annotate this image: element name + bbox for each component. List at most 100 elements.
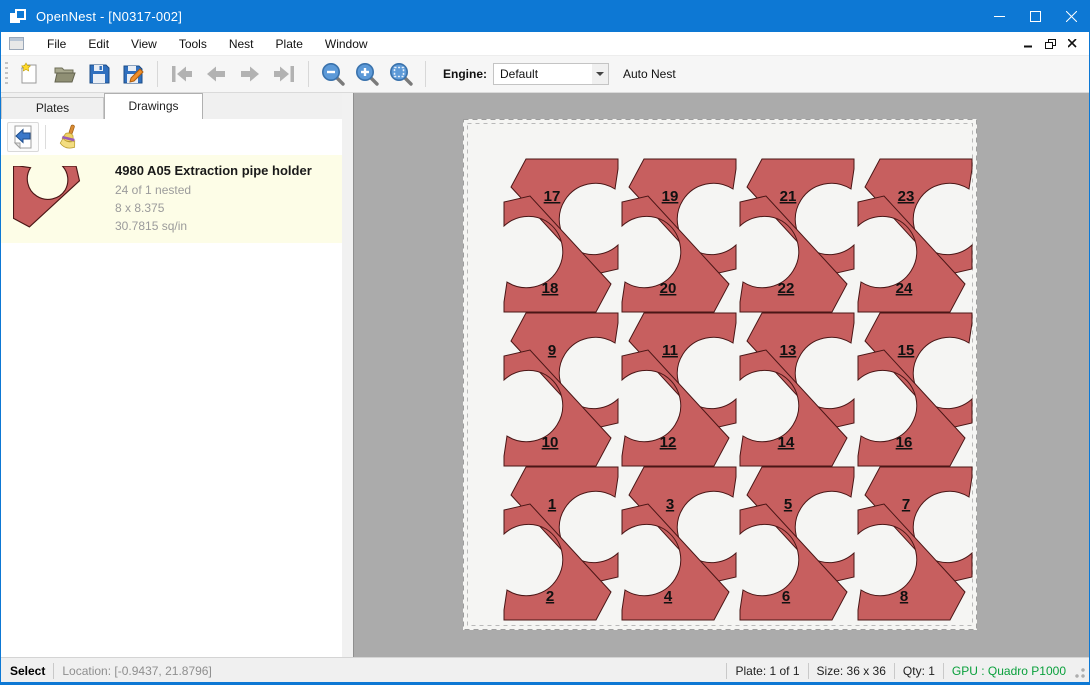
- menu-item-window[interactable]: Window: [314, 33, 379, 55]
- menu-item-view[interactable]: View: [120, 33, 168, 55]
- status-location: Location: [-0.9437, 21.8796]: [62, 664, 211, 678]
- part-number: 3: [666, 496, 674, 513]
- nav-prev-icon: [203, 63, 229, 85]
- engine-value: Default: [494, 67, 592, 81]
- save-as-button[interactable]: [116, 59, 150, 89]
- menu-item-plate[interactable]: Plate: [265, 33, 314, 55]
- status-size: Size: 36 x 36: [817, 664, 886, 678]
- zoom-out-button[interactable]: [316, 59, 350, 89]
- drawing-list-item[interactable]: 4980 A05 Extraction pipe holder 24 of 1 …: [1, 155, 342, 243]
- part-number: 18: [542, 280, 559, 297]
- part-number: 21: [780, 188, 797, 205]
- save-button[interactable]: [82, 59, 116, 89]
- part-number: 13: [780, 342, 797, 359]
- part-number: 12: [660, 434, 677, 451]
- part-number: 17: [544, 188, 561, 205]
- zoom-in-button[interactable]: [350, 59, 384, 89]
- mdi-restore-button[interactable]: [1039, 34, 1061, 54]
- menu-bar: FileEditViewToolsNestPlateWindow: [1, 32, 1089, 56]
- status-qty: Qty: 1: [903, 664, 935, 678]
- plate-canvas[interactable]: 171819202122232491011121314151612345678: [463, 119, 977, 630]
- part-thumbnail: [13, 166, 101, 232]
- mdi-minimize-icon: [1024, 39, 1033, 48]
- part-number: 9: [548, 342, 556, 359]
- plate-sheet[interactable]: 171819202122232491011121314151612345678: [463, 119, 977, 630]
- part-number: 7: [902, 496, 910, 513]
- part-number: 8: [900, 588, 908, 605]
- minimize-icon: [994, 11, 1005, 22]
- nav-next-button[interactable]: [233, 59, 267, 89]
- import-drawing-button[interactable]: [7, 122, 39, 152]
- clean-button[interactable]: [52, 122, 84, 152]
- nest-canvas[interactable]: 171819202122232491011121314151612345678: [353, 93, 1089, 657]
- zoom-fit-button[interactable]: [384, 59, 418, 89]
- part-number: 10: [542, 434, 559, 451]
- tab-plates[interactable]: Plates: [1, 97, 104, 119]
- drawings-toolbar: [1, 119, 353, 155]
- nav-first-icon: [169, 63, 195, 85]
- import-drawing-icon: [12, 125, 34, 149]
- drawing-size: 8 x 8.375: [115, 199, 312, 217]
- drawing-nested-count: 24 of 1 nested: [115, 181, 312, 199]
- zoom-out-icon: [320, 61, 346, 87]
- mdi-document-icon: [9, 37, 24, 50]
- close-button[interactable]: [1053, 1, 1089, 32]
- part-number: 14: [778, 434, 795, 451]
- part-number: 16: [896, 434, 913, 451]
- open-folder-icon: [53, 62, 77, 86]
- close-icon: [1066, 11, 1077, 22]
- tab-drawings[interactable]: Drawings: [104, 93, 203, 119]
- open-file-button[interactable]: [48, 59, 82, 89]
- status-bar: Select Location: [-0.9437, 21.8796] Plat…: [1, 657, 1089, 683]
- status-gpu: GPU : Quadro P1000: [952, 664, 1066, 678]
- nav-first-button[interactable]: [165, 59, 199, 89]
- new-file-button[interactable]: [14, 59, 48, 89]
- nav-last-button[interactable]: [267, 59, 301, 89]
- drawing-area: 30.7815 sq/in: [115, 217, 312, 235]
- mdi-minimize-button[interactable]: [1017, 34, 1039, 54]
- engine-label: Engine:: [443, 67, 487, 81]
- app-window: OpenNest - [N0317-002] FileEditViewTools…: [0, 0, 1090, 685]
- new-file-icon: [19, 62, 43, 86]
- nav-next-icon: [237, 63, 263, 85]
- part-number: 24: [896, 280, 913, 297]
- mdi-close-button[interactable]: [1061, 34, 1083, 54]
- menu-item-tools[interactable]: Tools: [168, 33, 218, 55]
- zoom-in-icon: [354, 61, 380, 87]
- menu-item-edit[interactable]: Edit: [77, 33, 120, 55]
- part-number: 15: [898, 342, 915, 359]
- maximize-icon: [1030, 11, 1041, 22]
- part-number: 2: [546, 588, 554, 605]
- part-number: 6: [782, 588, 790, 605]
- zoom-fit-icon: [388, 61, 414, 87]
- app-icon: [10, 9, 28, 25]
- part-number: 5: [784, 496, 792, 513]
- toolbar-grip[interactable]: [5, 62, 8, 86]
- mdi-restore-icon: [1045, 39, 1056, 49]
- part-number: 19: [662, 188, 679, 205]
- resize-grip[interactable]: [1072, 667, 1086, 681]
- status-plate: Plate: 1 of 1: [735, 664, 799, 678]
- nav-prev-button[interactable]: [199, 59, 233, 89]
- part-number: 23: [898, 188, 915, 205]
- part-number: 1: [548, 496, 556, 513]
- window-title: OpenNest - [N0317-002]: [36, 9, 182, 24]
- main-toolbar: Engine: Default Auto Nest: [1, 56, 1089, 93]
- save-icon: [87, 62, 111, 86]
- drawing-title: 4980 A05 Extraction pipe holder: [115, 163, 312, 178]
- nav-last-icon: [271, 63, 297, 85]
- menu-item-nest[interactable]: Nest: [218, 33, 265, 55]
- part-number: 22: [778, 280, 795, 297]
- part-number: 4: [664, 588, 673, 605]
- maximize-button[interactable]: [1017, 1, 1053, 32]
- menu-item-file[interactable]: File: [36, 33, 77, 55]
- part-number: 11: [662, 342, 678, 359]
- clean-broom-icon: [56, 124, 80, 150]
- sidebar: Plates Drawings: [1, 93, 353, 657]
- auto-nest-button[interactable]: Auto Nest: [623, 67, 676, 81]
- part-number: 20: [660, 280, 677, 297]
- engine-select[interactable]: Default: [493, 63, 609, 85]
- chevron-down-icon[interactable]: [592, 64, 608, 84]
- minimize-button[interactable]: [981, 1, 1017, 32]
- status-mode: Select: [10, 664, 45, 678]
